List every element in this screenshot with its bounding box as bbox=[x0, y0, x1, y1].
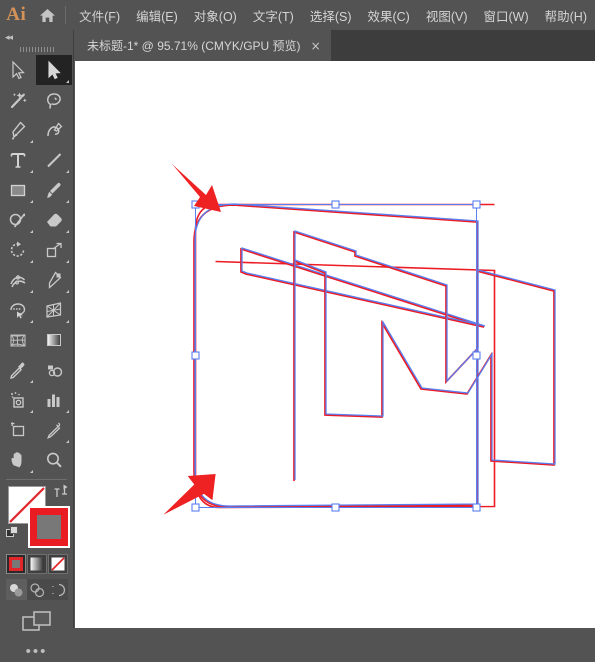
width-tool-icon[interactable] bbox=[0, 265, 36, 295]
m-letter-red bbox=[293, 230, 555, 481]
tool-grid bbox=[0, 55, 73, 475]
menu-divider bbox=[65, 6, 67, 24]
stroke-swatch[interactable] bbox=[28, 506, 70, 548]
solid-color-icon bbox=[9, 557, 23, 571]
close-icon[interactable]: × bbox=[311, 40, 321, 52]
color-mode-button[interactable] bbox=[6, 554, 26, 574]
artwork-svg bbox=[163, 164, 556, 515]
handle-bottom-left[interactable] bbox=[191, 503, 200, 512]
fill-stroke-control: ••• bbox=[0, 484, 73, 659]
free-transform-tool-icon[interactable] bbox=[36, 265, 72, 295]
handle-top-right[interactable] bbox=[472, 200, 481, 209]
outer-shape-blue bbox=[194, 203, 479, 507]
handle-top-center[interactable] bbox=[331, 200, 340, 209]
swap-fill-stroke-icon[interactable] bbox=[53, 484, 69, 504]
gradient-icon bbox=[30, 557, 44, 571]
magic-wand-tool-icon[interactable] bbox=[0, 85, 36, 115]
draw-mode-buttons bbox=[6, 579, 69, 601]
selection-bounding-box[interactable] bbox=[191, 200, 481, 512]
menu-effect[interactable]: 效果(C) bbox=[359, 0, 417, 30]
artwork-paths bbox=[193, 203, 556, 508]
menu-view[interactable]: 视图(V) bbox=[418, 0, 476, 30]
scale-tool-icon[interactable] bbox=[36, 235, 72, 265]
shaper-tool-icon[interactable] bbox=[0, 205, 36, 235]
hand-tool-icon[interactable] bbox=[0, 445, 36, 475]
none-mode-button[interactable] bbox=[48, 554, 68, 574]
handle-middle-left[interactable] bbox=[191, 351, 200, 360]
paint-mode-buttons bbox=[6, 554, 68, 576]
menu-help[interactable]: 帮助(H) bbox=[537, 0, 595, 30]
draw-inside-icon bbox=[52, 583, 65, 596]
menu-type[interactable]: 文字(T) bbox=[245, 0, 302, 30]
zoom-tool-icon[interactable] bbox=[36, 445, 72, 475]
draw-normal-button[interactable] bbox=[6, 579, 27, 600]
type-tool-icon[interactable] bbox=[0, 145, 36, 175]
menu-window[interactable]: 窗口(W) bbox=[476, 0, 537, 30]
menu-select[interactable]: 选择(S) bbox=[302, 0, 360, 30]
gradient-tool-icon[interactable] bbox=[36, 325, 72, 355]
none-icon bbox=[51, 557, 65, 571]
rectangle-tool-icon[interactable] bbox=[0, 175, 36, 205]
handle-middle-right[interactable] bbox=[472, 351, 481, 360]
panel-drag-handle[interactable] bbox=[0, 44, 73, 55]
outer-shape-red bbox=[193, 204, 478, 508]
home-icon[interactable] bbox=[33, 0, 64, 30]
document-tab-bar: 未标题-1* @ 95.71% (CMYK/GPU 预览) × bbox=[75, 30, 595, 61]
paintbrush-tool-icon[interactable] bbox=[36, 175, 72, 205]
document-tab-title: 未标题-1* @ 95.71% (CMYK/GPU 预览) bbox=[87, 39, 301, 53]
screen-mode-button[interactable] bbox=[0, 608, 73, 636]
selection-tool-icon[interactable] bbox=[0, 55, 36, 85]
default-fill-stroke-icon[interactable] bbox=[6, 526, 19, 544]
draw-inside-button[interactable] bbox=[47, 579, 69, 600]
menu-bar: Ai 文件(F) 编辑(E) 对象(O) 文字(T) 选择(S) 效果(C) 视图(V) 窗口… bbox=[0, 0, 595, 30]
document-tab[interactable]: 未标题-1* @ 95.71% (CMYK/GPU 预览) × bbox=[75, 30, 331, 61]
handle-bottom-center[interactable] bbox=[331, 503, 340, 512]
selection-handles bbox=[191, 200, 481, 512]
curvature-tool-icon[interactable] bbox=[36, 115, 72, 145]
gradient-mode-button[interactable] bbox=[27, 554, 47, 574]
direct-selection-tool-icon[interactable] bbox=[36, 55, 72, 85]
eyedropper-tool-icon[interactable] bbox=[0, 355, 36, 385]
column-graph-tool-icon[interactable] bbox=[36, 385, 72, 415]
shape-builder-tool-icon[interactable] bbox=[0, 295, 36, 325]
draw-behind-icon bbox=[30, 582, 45, 597]
slice-tool-icon[interactable] bbox=[36, 415, 72, 445]
menu-file[interactable]: 文件(F) bbox=[71, 0, 128, 30]
blend-tool-icon[interactable] bbox=[36, 355, 72, 385]
perspective-grid-tool-icon[interactable] bbox=[36, 295, 72, 325]
annotation-arrow-top bbox=[172, 164, 221, 212]
menu-object[interactable]: 对象(O) bbox=[186, 0, 245, 30]
tools-panel: ◂◂ ••• bbox=[0, 30, 74, 659]
app-logo: Ai bbox=[6, 4, 27, 25]
symbol-sprayer-tool-icon[interactable] bbox=[0, 385, 36, 415]
draw-behind-button[interactable] bbox=[26, 579, 48, 600]
mesh-tool-icon[interactable] bbox=[0, 325, 36, 355]
rotate-tool-icon[interactable] bbox=[0, 235, 36, 265]
collapse-panel-icon[interactable]: ◂◂ bbox=[0, 30, 73, 44]
line-segment-tool-icon[interactable] bbox=[36, 145, 72, 175]
annotation-arrow-bottom bbox=[163, 474, 216, 515]
top-wedge-blue bbox=[241, 247, 486, 327]
illustrator-window: Ai 文件(F) 编辑(E) 对象(O) 文字(T) 选择(S) 效果(C) 视图(V) 窗口… bbox=[0, 0, 595, 659]
artboard-tool-icon[interactable] bbox=[0, 415, 36, 445]
lasso-tool-icon[interactable] bbox=[36, 85, 72, 115]
handle-bottom-right[interactable] bbox=[472, 503, 481, 512]
pen-tool-icon[interactable] bbox=[0, 115, 36, 145]
menu-item-list: 文件(F) 编辑(E) 对象(O) 文字(T) 选择(S) 效果(C) 视图(V) 窗口(W)… bbox=[71, 0, 595, 30]
annotations bbox=[163, 164, 221, 515]
draw-normal-icon bbox=[10, 583, 23, 596]
edit-toolbar-button[interactable]: ••• bbox=[0, 640, 73, 662]
tool-divider bbox=[6, 479, 67, 480]
artboard-canvas[interactable] bbox=[75, 61, 595, 628]
eraser-tool-icon[interactable] bbox=[36, 205, 72, 235]
menu-edit[interactable]: 编辑(E) bbox=[128, 0, 186, 30]
